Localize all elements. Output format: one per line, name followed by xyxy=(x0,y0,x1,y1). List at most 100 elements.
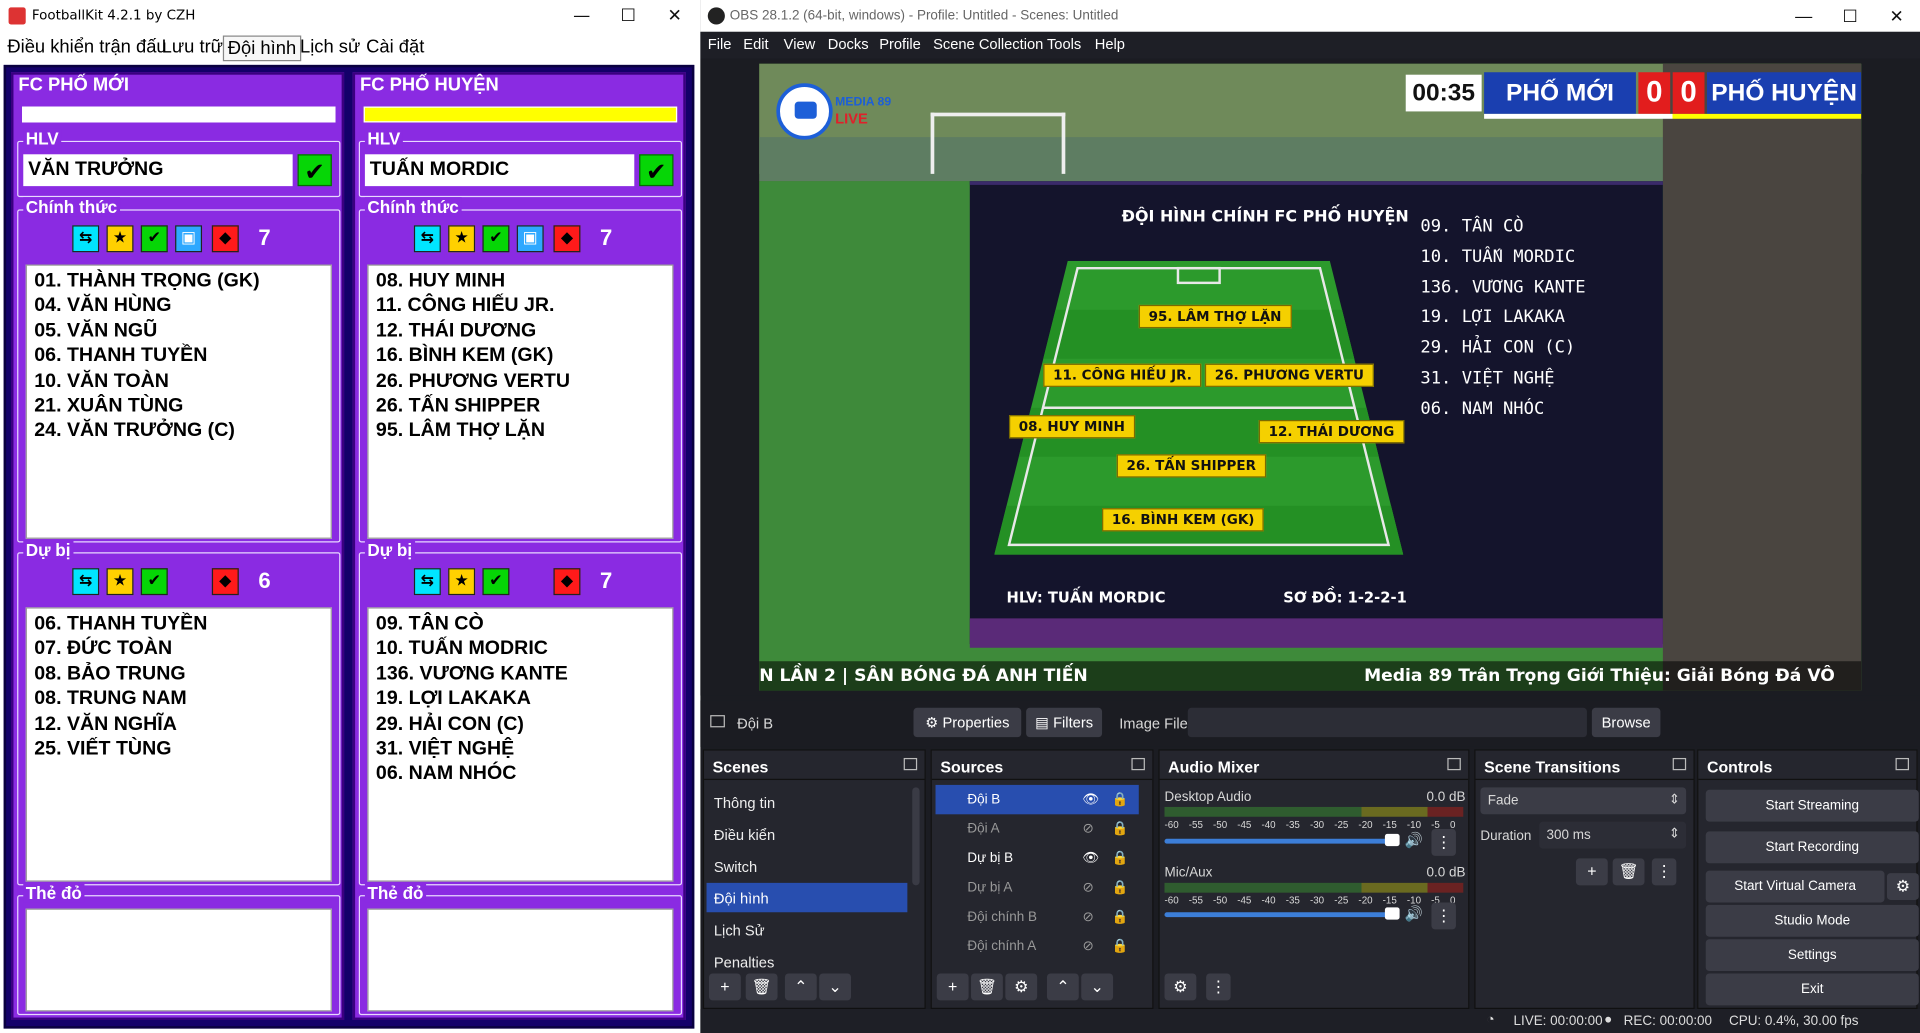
remove-transition-button[interactable]: 🗑 xyxy=(1612,858,1645,886)
exchange-icon[interactable]: ⇆ xyxy=(413,225,441,253)
lock-icon[interactable]: 🔒 xyxy=(1112,850,1129,866)
speaker-icon[interactable]: 🔊 xyxy=(1405,831,1423,848)
eye-hidden-icon[interactable]: ⊘ xyxy=(1082,938,1093,954)
team-b-coach-confirm-button[interactable]: ✔ xyxy=(639,154,674,187)
list-item[interactable]: 24. VĂN TRƯỞNG (C) xyxy=(34,419,323,444)
list-item[interactable]: 31. VIỆT NGHỆ xyxy=(376,737,665,762)
lock-icon[interactable]: 🔒 xyxy=(1112,879,1129,895)
source-properties-button[interactable]: ⚙ xyxy=(1005,973,1038,1001)
list-item[interactable]: 26. PHƯƠNG VERTU xyxy=(376,369,665,394)
scene-item[interactable]: Lịch Sử xyxy=(707,915,908,944)
team-b-redcard-list[interactable] xyxy=(367,908,674,1012)
list-item[interactable]: 01. THÀNH TRỌNG (GK) xyxy=(34,269,323,294)
undock-icon[interactable] xyxy=(903,757,918,771)
audio-settings-icon[interactable]: ⚙ xyxy=(1164,973,1197,1001)
lock-icon[interactable]: 🔒 xyxy=(1112,820,1129,837)
eye-hidden-icon[interactable]: ⊘ xyxy=(1082,909,1093,925)
check-icon[interactable]: ✔ xyxy=(140,568,168,596)
start-streaming-button[interactable]: Start Streaming xyxy=(1705,789,1919,822)
scene-item[interactable]: Điều kiển xyxy=(707,819,908,848)
list-item[interactable]: 136. VƯƠNG KANTE xyxy=(376,662,665,687)
list-item[interactable]: 06. NAM NHÓC xyxy=(376,762,665,787)
start-virtual-camera-button[interactable]: Start Virtual Camera xyxy=(1705,870,1885,903)
eye-icon[interactable]: 👁 xyxy=(1082,791,1099,807)
menu-docks[interactable]: Docks xyxy=(828,36,869,53)
team-a-color-bar[interactable] xyxy=(22,106,336,123)
maximize-icon[interactable]: ☐ xyxy=(1827,0,1874,32)
team-a-starting-list[interactable]: 01. THÀNH TRỌNG (GK) 04. VĂN HÙNG 05. VĂ… xyxy=(25,264,332,539)
eye-icon[interactable]: 👁 xyxy=(1082,850,1099,866)
eye-hidden-icon[interactable]: ⊘ xyxy=(1082,820,1093,837)
team-b-coach-input[interactable]: TUẤN MORDIC xyxy=(364,154,635,187)
image-file-path-input[interactable] xyxy=(1187,707,1587,738)
maximize-icon[interactable]: ☐ xyxy=(605,0,652,32)
image-icon[interactable]: ▣ xyxy=(516,225,544,253)
eraser-icon[interactable]: ◆ xyxy=(211,568,239,596)
menu-match-control[interactable]: Điều khiển trận đấu xyxy=(4,36,171,59)
duration-input[interactable]: 300 ms ⇕ xyxy=(1539,821,1687,849)
scene-item[interactable]: Penalties xyxy=(707,947,908,976)
menu-history[interactable]: Lịch sử xyxy=(296,36,364,59)
slider-handle[interactable] xyxy=(1384,833,1400,847)
scene-item[interactable]: Switch xyxy=(707,851,908,880)
close-icon[interactable]: ✕ xyxy=(651,0,698,32)
minimize-icon[interactable]: — xyxy=(1780,0,1827,32)
list-item[interactable]: 26. TẤN SHIPPER xyxy=(376,394,665,419)
team-b-subs-list[interactable]: 09. TÂN CÒ 10. TUẤN MODRIC 136. VƯƠNG KA… xyxy=(367,607,674,882)
add-transition-button[interactable]: + xyxy=(1575,858,1608,886)
list-item[interactable]: 95. LÂM THỢ LẶN xyxy=(376,419,665,444)
close-icon[interactable]: ✕ xyxy=(1873,0,1920,32)
menu-settings[interactable]: Cài đặt xyxy=(362,36,428,59)
list-item[interactable]: 06. THANH TUYỀN xyxy=(34,344,323,369)
menu-tools[interactable]: Tools xyxy=(1047,36,1081,53)
list-item[interactable]: 09. TÂN CÒ xyxy=(376,612,665,637)
move-up-button[interactable]: ⌃ xyxy=(784,973,817,1001)
menu-profile[interactable]: Profile xyxy=(879,36,921,53)
list-item[interactable]: 29. HẢI CON (C) xyxy=(376,712,665,737)
list-item[interactable]: 21. XUÂN TÙNG xyxy=(34,394,323,419)
undock-icon[interactable] xyxy=(1895,757,1909,771)
exit-button[interactable]: Exit xyxy=(1705,973,1919,1006)
menu-edit[interactable]: Edit xyxy=(743,36,768,53)
start-recording-button[interactable]: Start Recording xyxy=(1705,831,1919,864)
menu-help[interactable]: Help xyxy=(1095,36,1125,53)
filters-button[interactable]: ▤ Filters xyxy=(1026,707,1103,738)
audio-menu-icon[interactable]: ⋮ xyxy=(1206,973,1231,1001)
lock-icon[interactable]: 🔒 xyxy=(1112,791,1129,807)
source-item[interactable]: Dự bị B 👁 🔒 xyxy=(936,844,1139,873)
eraser-icon[interactable]: ◆ xyxy=(211,225,239,253)
source-item-selected[interactable]: Đội B 👁 🔒 xyxy=(935,784,1139,815)
remove-source-button[interactable]: 🗑 xyxy=(971,973,1003,1001)
list-item[interactable]: 10. VĂN TOÀN xyxy=(34,369,323,394)
star-icon[interactable]: ★ xyxy=(448,225,476,253)
check-icon[interactable]: ✔ xyxy=(482,225,510,253)
mic-aux-menu-icon[interactable]: ⋮ xyxy=(1431,902,1456,930)
scene-item-selected[interactable]: Đội hình xyxy=(706,882,908,913)
eraser-icon[interactable]: ◆ xyxy=(553,225,581,253)
menu-file[interactable]: File xyxy=(708,36,732,53)
lock-icon[interactable]: 🔒 xyxy=(1112,938,1129,954)
scenes-scrollbar[interactable] xyxy=(912,787,920,886)
exchange-icon[interactable]: ⇆ xyxy=(72,568,100,596)
star-icon[interactable]: ★ xyxy=(448,568,476,596)
transition-menu-icon[interactable]: ⋮ xyxy=(1651,858,1677,886)
move-down-button[interactable]: ⌄ xyxy=(819,973,852,1001)
star-icon[interactable]: ★ xyxy=(106,568,134,596)
list-item[interactable]: 07. ĐỨC TOÀN xyxy=(34,637,323,662)
desktop-audio-menu-icon[interactable]: ⋮ xyxy=(1431,828,1456,856)
list-item[interactable]: 12. THÁI DƯƠNG xyxy=(376,319,665,344)
list-item[interactable]: 08. HUY MINH xyxy=(376,269,665,294)
slider-handle[interactable] xyxy=(1384,907,1400,920)
add-scene-button[interactable]: + xyxy=(708,973,741,1001)
minimize-icon[interactable]: — xyxy=(558,0,605,32)
undock-icon[interactable] xyxy=(1131,757,1145,771)
exchange-icon[interactable]: ⇆ xyxy=(72,225,100,253)
team-b-color-bar[interactable] xyxy=(363,106,678,123)
list-item[interactable]: 10. TUẤN MODRIC xyxy=(376,637,665,662)
team-b-starting-list[interactable]: 08. HUY MINH 11. CÔNG HIẾU JR. 12. THÁI … xyxy=(367,264,674,539)
mic-aux-volume-slider[interactable] xyxy=(1164,912,1390,918)
source-item[interactable]: Dự bị A ⊘ 🔒 xyxy=(936,873,1139,902)
move-down-button[interactable]: ⌄ xyxy=(1081,973,1114,1001)
scene-item[interactable]: Thông tin xyxy=(707,787,908,816)
team-a-coach-confirm-button[interactable]: ✔ xyxy=(297,154,332,187)
